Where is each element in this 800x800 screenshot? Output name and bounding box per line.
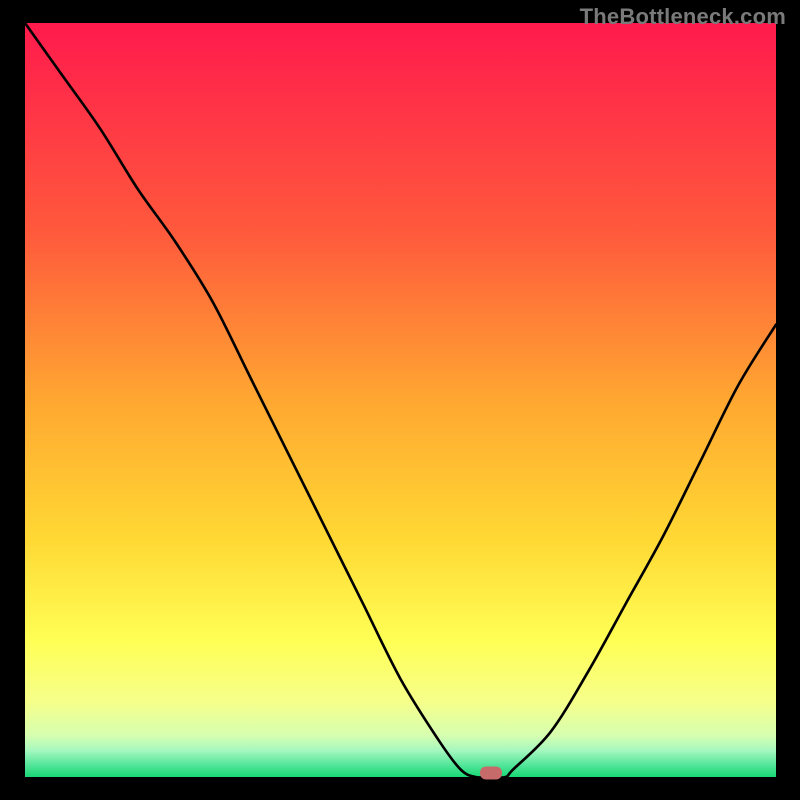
bottleneck-marker — [480, 767, 502, 780]
watermark-text: TheBottleneck.com — [580, 4, 786, 30]
chart-frame: TheBottleneck.com — [0, 0, 800, 800]
plot-area — [25, 23, 776, 777]
curve-line — [25, 23, 776, 777]
